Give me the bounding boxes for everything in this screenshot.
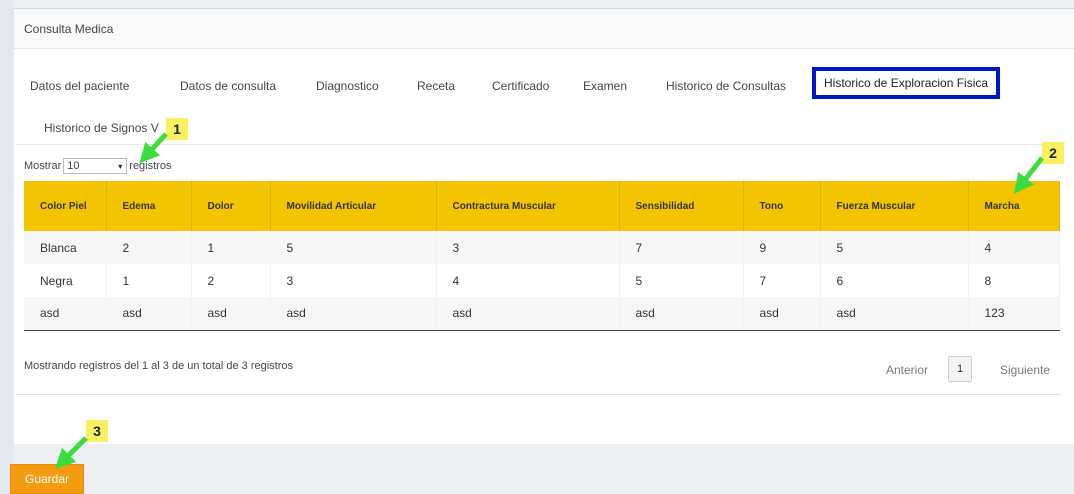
column-header[interactable]: Sensibilidad (619, 181, 744, 231)
table-cell: 3 (436, 231, 620, 264)
table-cell: 7 (743, 264, 821, 297)
table-cell: Negra (24, 264, 107, 297)
table-row: Blanca 2 1 5 3 7 9 5 4 (24, 231, 1060, 264)
page-length-select[interactable]: 10 ▾ (63, 158, 128, 174)
tab-historico-signos-vitales[interactable]: Historico de Signos V (44, 121, 159, 135)
tab-datos-paciente[interactable]: Datos del paciente (30, 79, 129, 93)
table-cell: Blanca (24, 231, 107, 264)
table-cell: asd (619, 297, 744, 331)
table-row: asd asd asd asd asd asd asd asd 123 (24, 297, 1060, 331)
column-header[interactable]: Dolor (191, 181, 271, 231)
table-cell: 7 (619, 231, 744, 264)
table-cell: asd (820, 297, 969, 331)
table-cell: asd (743, 297, 821, 331)
pagination-next[interactable]: Siguiente (1000, 363, 1050, 377)
tab-datos-consulta[interactable]: Datos de consulta (180, 79, 276, 93)
table-cell: 123 (968, 297, 1060, 331)
exploracion-table: Color Piel Edema Dolor Movilidad Articul… (24, 181, 1060, 331)
table-cell: 3 (270, 264, 437, 297)
column-header[interactable]: Marcha (968, 181, 1060, 231)
pagination-page-1[interactable]: 1 (948, 356, 972, 382)
footer-divider (16, 394, 1060, 395)
left-margin (0, 0, 14, 494)
table-cell: 5 (619, 264, 744, 297)
tab-historico-exploracion-fisica[interactable]: Historico de Exploracion Fisica (812, 67, 1001, 99)
column-header[interactable]: Color Piel (24, 181, 107, 231)
table-row: Negra 1 2 3 4 5 7 6 8 (24, 264, 1060, 297)
tab-examen[interactable]: Examen (583, 79, 627, 93)
pagination-previous[interactable]: Anterior (886, 363, 928, 377)
table-cell: 2 (191, 264, 271, 297)
tab-historico-consultas[interactable]: Historico de Consultas (666, 79, 786, 93)
table-cell: 5 (270, 231, 437, 264)
panel-title: Consulta Medica (14, 9, 1074, 49)
annotation-badge-1: 1 (166, 118, 188, 140)
annotation-badge-2: 2 (1042, 142, 1064, 164)
column-header[interactable]: Edema (106, 181, 192, 231)
pagination: Anterior 1 Siguiente (0, 354, 1060, 384)
table-cell: 6 (820, 264, 969, 297)
length-control: Mostrar 10 ▾ registros (24, 158, 171, 174)
table-cell: asd (270, 297, 437, 331)
table-cell: 1 (106, 264, 192, 297)
table-header-row: Color Piel Edema Dolor Movilidad Articul… (24, 181, 1060, 231)
table-cell: 8 (968, 264, 1060, 297)
table-cell: asd (191, 297, 271, 331)
tab-certificado[interactable]: Certificado (492, 79, 549, 93)
length-prefix: Mostrar (24, 160, 62, 172)
table-cell: 9 (743, 231, 821, 264)
table-cell: asd (24, 297, 107, 331)
annotation-badge-3: 3 (86, 420, 108, 442)
table-cell: 1 (191, 231, 271, 264)
column-header[interactable]: Fuerza Muscular (820, 181, 969, 231)
column-header[interactable]: Movilidad Articular (270, 181, 437, 231)
tab-receta[interactable]: Receta (417, 79, 455, 93)
column-header[interactable]: Contractura Muscular (436, 181, 620, 231)
chevron-down-icon: ▾ (118, 162, 123, 171)
table-cell: asd (436, 297, 620, 331)
tabs-divider (16, 144, 1060, 145)
tab-diagnostico[interactable]: Diagnostico (316, 79, 379, 93)
table-cell: 2 (106, 231, 192, 264)
table-cell: 4 (968, 231, 1060, 264)
table-cell: 4 (436, 264, 620, 297)
page-length-value: 10 (67, 160, 80, 172)
length-suffix: registros (129, 160, 172, 172)
table-cell: 5 (820, 231, 969, 264)
save-button[interactable]: Guardar (10, 464, 84, 494)
column-header[interactable]: Tono (743, 181, 821, 231)
table-cell: asd (106, 297, 192, 331)
